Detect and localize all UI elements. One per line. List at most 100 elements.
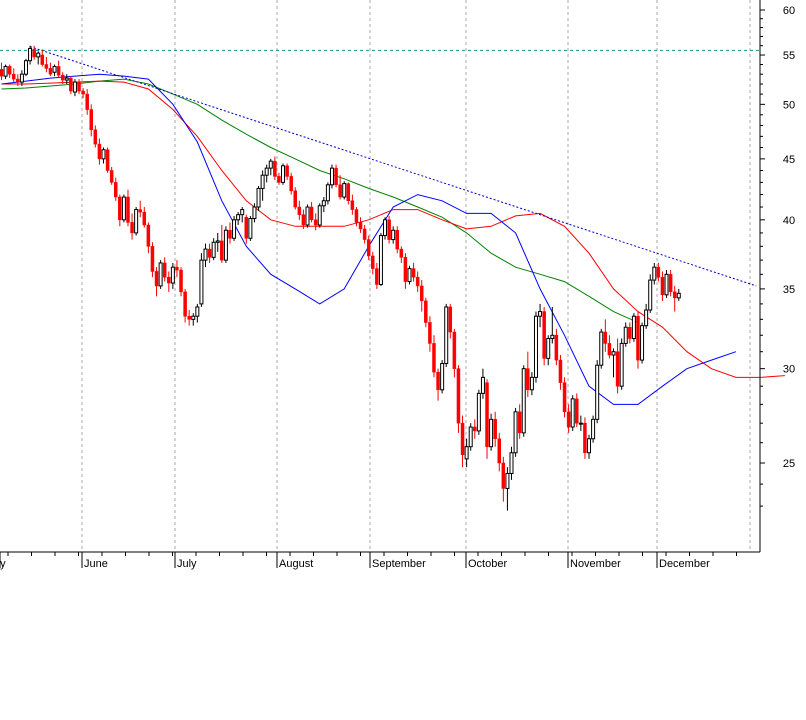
candle-body xyxy=(550,334,555,340)
candle-body xyxy=(109,170,114,183)
candle-body xyxy=(648,279,653,311)
candle-body xyxy=(244,216,249,239)
candle-body xyxy=(52,65,57,73)
candle-128 xyxy=(521,365,526,437)
candle-body xyxy=(23,60,28,75)
candle-body xyxy=(615,351,620,387)
candle-body xyxy=(211,241,216,258)
candle-body xyxy=(419,285,424,302)
candle-body xyxy=(113,182,118,198)
candle-6 xyxy=(23,58,28,77)
candle-body xyxy=(215,240,220,243)
candle-body xyxy=(456,368,461,424)
candle-body xyxy=(167,276,171,284)
candle-body xyxy=(395,230,400,250)
candle-112 xyxy=(456,365,461,433)
candle-body xyxy=(362,228,367,240)
candle-body xyxy=(570,398,575,428)
candle-body xyxy=(162,262,167,278)
candle-body xyxy=(321,200,326,207)
candle-body xyxy=(170,266,175,284)
candle-body xyxy=(273,160,277,177)
candle-109 xyxy=(444,303,449,367)
candle-100 xyxy=(407,265,412,285)
candle-body xyxy=(60,74,65,81)
candle-body xyxy=(69,77,73,92)
candle-body xyxy=(640,325,645,361)
candle-body xyxy=(440,363,445,391)
candle-body xyxy=(628,326,632,339)
candle-body xyxy=(448,306,453,333)
candle-body xyxy=(175,266,179,271)
candle-body xyxy=(256,187,261,208)
candle-body xyxy=(3,65,8,77)
candle-body xyxy=(668,274,673,293)
candle-108 xyxy=(440,360,445,394)
x-tick-label: August xyxy=(279,558,313,570)
candle-body xyxy=(191,315,196,320)
candle-body xyxy=(672,291,677,299)
candle-body xyxy=(325,184,330,202)
candle-body xyxy=(183,291,187,317)
candle-body xyxy=(546,338,551,359)
y-tick-label: 45 xyxy=(783,154,795,166)
candle-body xyxy=(473,426,477,432)
candle-body xyxy=(101,149,106,160)
candle-body xyxy=(240,209,245,216)
candle-body xyxy=(252,206,257,220)
candle-body xyxy=(228,230,232,239)
candle-body xyxy=(293,190,298,208)
candle-body xyxy=(305,206,310,226)
candle-body xyxy=(40,54,45,65)
candle-152 xyxy=(619,338,624,390)
candle-body xyxy=(411,268,416,278)
candle-body xyxy=(309,206,314,221)
candle-body xyxy=(383,219,388,237)
candle-146 xyxy=(595,360,600,424)
x-tick-label: October xyxy=(468,558,507,570)
candle-body xyxy=(432,343,436,373)
candle-49 xyxy=(199,253,204,307)
candle-body xyxy=(371,255,375,269)
candle-body xyxy=(378,235,383,285)
candle-body xyxy=(179,269,183,293)
candle-body xyxy=(158,262,163,287)
candle-body xyxy=(126,196,130,223)
candle-body xyxy=(16,78,20,83)
candle-body xyxy=(480,376,485,394)
candle-body xyxy=(334,167,338,186)
x-tick-label: ay xyxy=(0,558,6,570)
candle-body xyxy=(134,209,139,234)
candle-82 xyxy=(334,164,338,188)
candle-body xyxy=(558,359,563,383)
candle-body xyxy=(28,47,33,62)
candle-44 xyxy=(179,267,183,297)
candle-body xyxy=(399,248,404,258)
candle-body xyxy=(513,411,518,454)
candle-body xyxy=(578,422,583,425)
candle-body xyxy=(497,438,502,464)
candle-body xyxy=(313,219,318,226)
y-tick-label: 40 xyxy=(783,215,795,227)
candle-body xyxy=(607,343,612,356)
candle-55 xyxy=(223,226,228,263)
candle-126 xyxy=(513,408,518,457)
candle-39 xyxy=(158,260,163,289)
candle-body xyxy=(232,219,237,239)
candle-155 xyxy=(631,313,636,342)
candle-body xyxy=(150,246,155,272)
candle-93 xyxy=(378,232,383,286)
candle-163 xyxy=(664,270,669,298)
candle-body xyxy=(289,176,293,192)
candle-body xyxy=(464,446,469,460)
candle-body xyxy=(603,331,608,344)
candle-body xyxy=(664,273,669,296)
candle-143 xyxy=(583,417,587,459)
candle-26 xyxy=(105,147,110,173)
candle-body xyxy=(403,257,408,282)
candle-84 xyxy=(342,181,347,200)
candle-body xyxy=(366,239,371,257)
x-tick-label: July xyxy=(177,558,197,570)
candle-body xyxy=(521,368,526,434)
candle-body xyxy=(436,371,440,391)
